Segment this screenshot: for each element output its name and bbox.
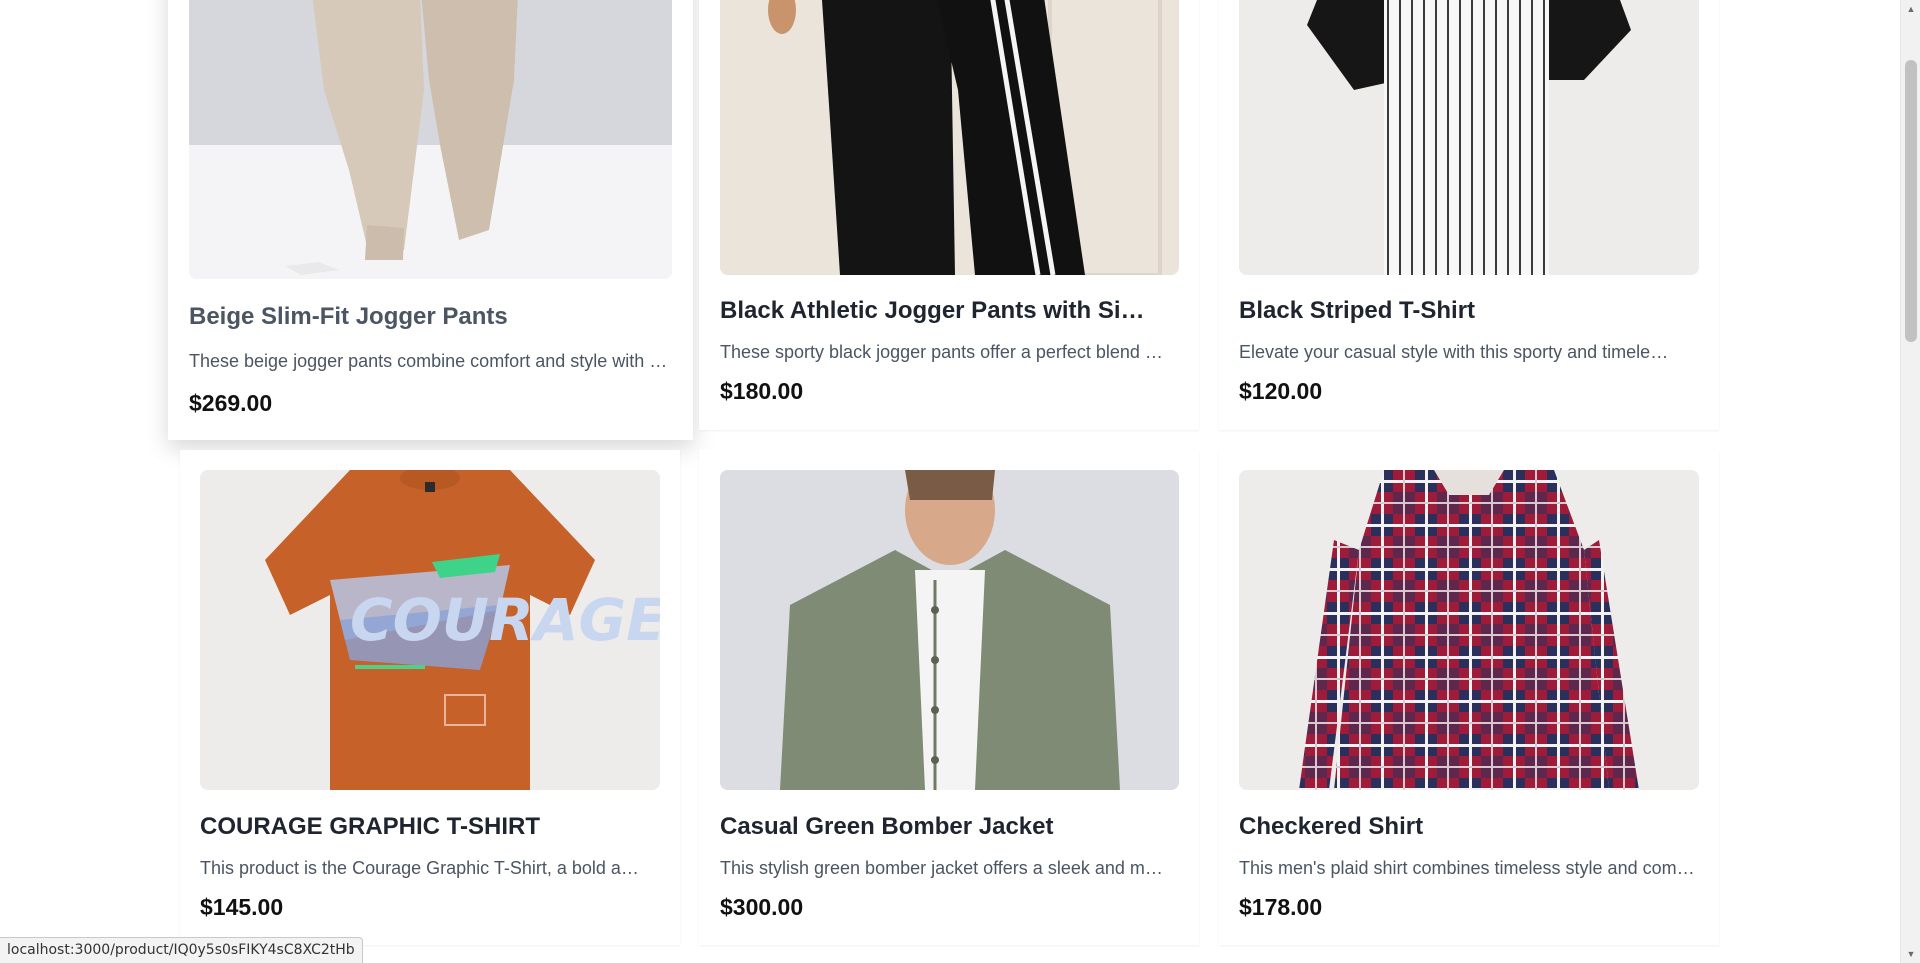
product-price: $120.00	[1239, 378, 1323, 404]
svg-text:COURAGE: COURAGE	[350, 586, 660, 654]
status-bar-link-preview: localhost:3000/product/IQ0y5s0sFIKY4sC8X…	[0, 937, 363, 963]
product-title[interactable]: Beige Slim-Fit Jogger Pants	[189, 303, 672, 331]
product-title[interactable]: COURAGE GRAPHIC T-SHIRT	[200, 813, 660, 841]
black-athletic-jogger-pants-image	[720, 0, 1179, 275]
product-title[interactable]: Black Athletic Jogger Pants with Side St…	[720, 297, 1150, 325]
product-card[interactable]: Black Athletic Jogger Pants with Side St…	[699, 0, 1199, 430]
product-card[interactable]: Casual Green Bomber Jacket This stylish …	[699, 450, 1199, 945]
product-title[interactable]: Black Striped T-Shirt	[1239, 297, 1689, 325]
product-description: This stylish green bomber jacket offers …	[720, 858, 1170, 878]
product-price: $180.00	[720, 378, 804, 404]
product-description: This product is the Courage Graphic T-Sh…	[200, 858, 646, 878]
vertical-scrollbar[interactable]: ▲ ▼	[1900, 0, 1920, 963]
product-title[interactable]: Casual Green Bomber Jacket	[720, 813, 1179, 841]
product-image[interactable]	[1239, 470, 1699, 790]
product-image[interactable]	[720, 0, 1179, 275]
courage-graphic-tshirt-image: COURAGE	[200, 470, 660, 790]
product-card[interactable]: COURAGE COURAGE GRAPHIC T-SHIRT This pro…	[180, 450, 680, 945]
product-price: $300.00	[720, 894, 804, 920]
product-title[interactable]: Checkered Shirt	[1239, 813, 1699, 841]
product-image[interactable]	[720, 470, 1179, 790]
product-price: $178.00	[1239, 894, 1323, 920]
product-price: $145.00	[200, 894, 284, 920]
product-description: These sporty black jogger pants offer a …	[720, 342, 1170, 362]
product-image[interactable]	[189, 0, 672, 279]
checkered-shirt-image	[1239, 470, 1699, 790]
scrollbar-thumb[interactable]	[1905, 60, 1917, 342]
product-image[interactable]: COURAGE	[200, 470, 660, 790]
product-card[interactable]: Checkered Shirt This men's plaid shirt c…	[1219, 450, 1719, 945]
scroll-up-arrow-icon[interactable]: ▲	[1901, 0, 1920, 18]
product-price: $269.00	[189, 390, 273, 416]
scroll-down-arrow-icon[interactable]: ▼	[1901, 945, 1920, 963]
product-card[interactable]: Beige Slim-Fit Jogger Pants These beige …	[168, 0, 693, 440]
beige-jogger-pants-image	[189, 0, 672, 279]
product-image[interactable]	[1239, 0, 1699, 275]
product-description: This men's plaid shirt combines timeless…	[1239, 858, 1695, 878]
product-card[interactable]: Black Striped T-Shirt Elevate your casua…	[1219, 0, 1719, 430]
black-striped-tshirt-image	[1239, 0, 1699, 275]
product-description: These beige jogger pants combine comfort…	[189, 351, 672, 371]
product-description: Elevate your casual style with this spor…	[1239, 342, 1675, 362]
product-grid: Beige Slim-Fit Jogger Pants These beige …	[0, 0, 1900, 963]
product-listing-page: Beige Slim-Fit Jogger Pants These beige …	[0, 0, 1920, 963]
green-bomber-jacket-image	[720, 470, 1179, 790]
